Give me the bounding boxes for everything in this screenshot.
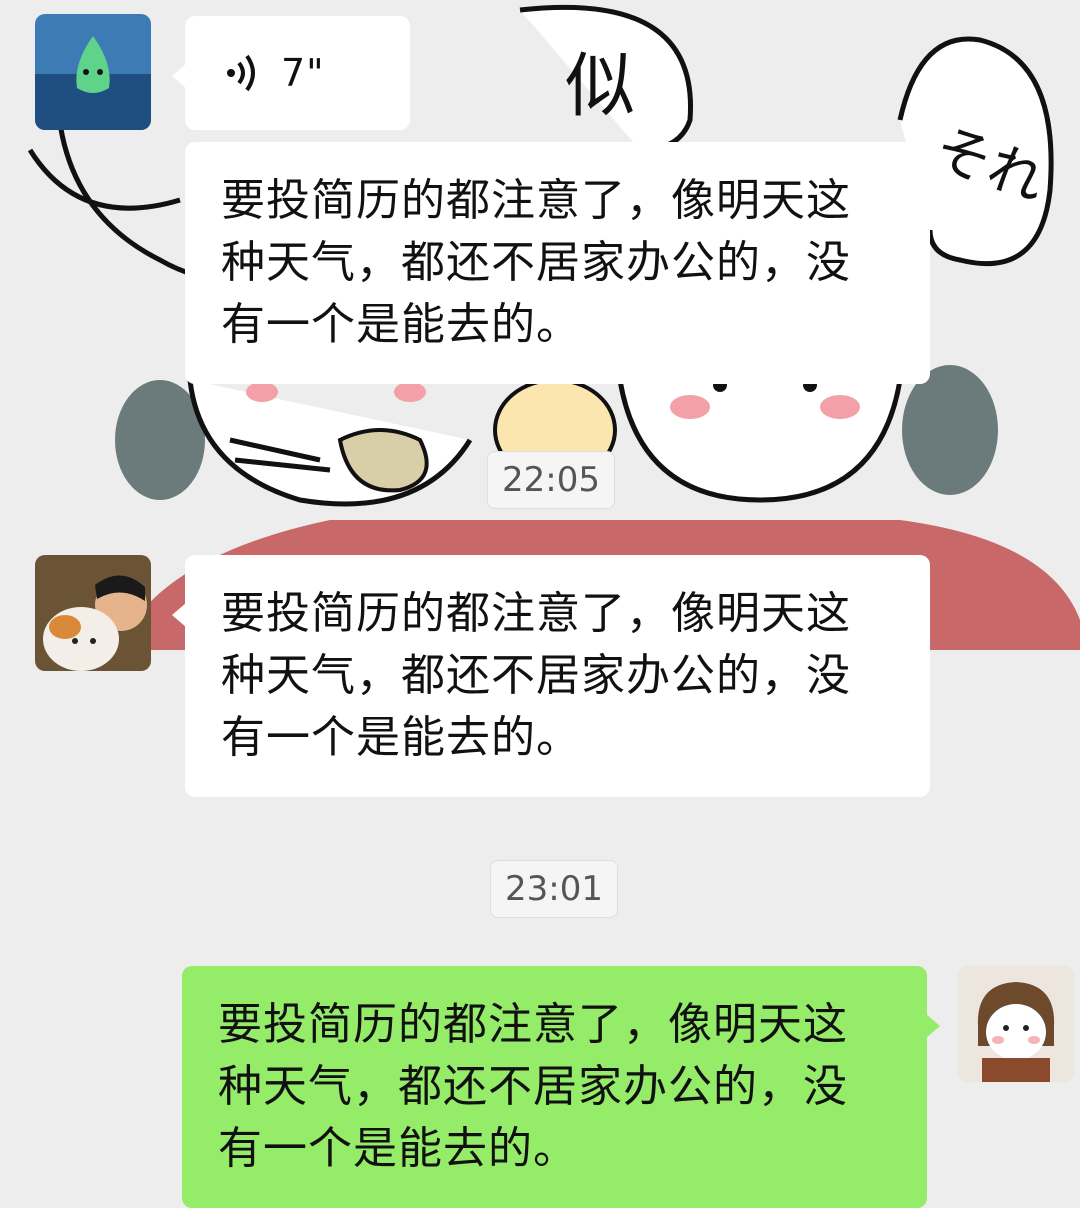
sender-avatar-1[interactable] xyxy=(35,14,151,130)
sender-avatar-2[interactable] xyxy=(35,555,151,671)
message-text: 要投简历的都注意了，像明天这种天气，都还不居家办公的，没有一个是能去的。 xyxy=(221,588,851,763)
voice-message-bubble[interactable]: 7" xyxy=(172,16,410,130)
voice-wave-icon xyxy=(227,54,255,92)
avatar-image xyxy=(35,555,151,671)
text-message-bubble[interactable]: 要投简历的都注意了，像明天这种天气，都还不居家办公的，没有一个是能去的。 xyxy=(172,555,930,797)
message-text: 要投简历的都注意了，像明天这种天气，都还不居家办公的，没有一个是能去的。 xyxy=(221,175,851,350)
bubble-tail xyxy=(172,603,186,627)
timestamp: 23:01 xyxy=(490,860,618,918)
avatar-image xyxy=(35,14,151,130)
text-message-bubble[interactable]: 要投简历的都注意了，像明天这种天气，都还不居家办公的，没有一个是能去的。 xyxy=(185,142,930,384)
voice-duration: 7" xyxy=(281,51,325,95)
bubble-tail xyxy=(172,64,186,88)
timestamp: 22:05 xyxy=(487,451,615,509)
bubble-tail xyxy=(926,1014,940,1038)
avatar-image xyxy=(958,966,1074,1082)
sticker-text-1: 似 xyxy=(565,45,635,127)
self-avatar[interactable] xyxy=(958,966,1074,1082)
message-text: 要投简历的都注意了，像明天这种天气，都还不居家办公的，没有一个是能去的。 xyxy=(218,999,848,1174)
self-text-message-bubble[interactable]: 要投简历的都注意了，像明天这种天气，都还不居家办公的，没有一个是能去的。 xyxy=(182,966,940,1208)
